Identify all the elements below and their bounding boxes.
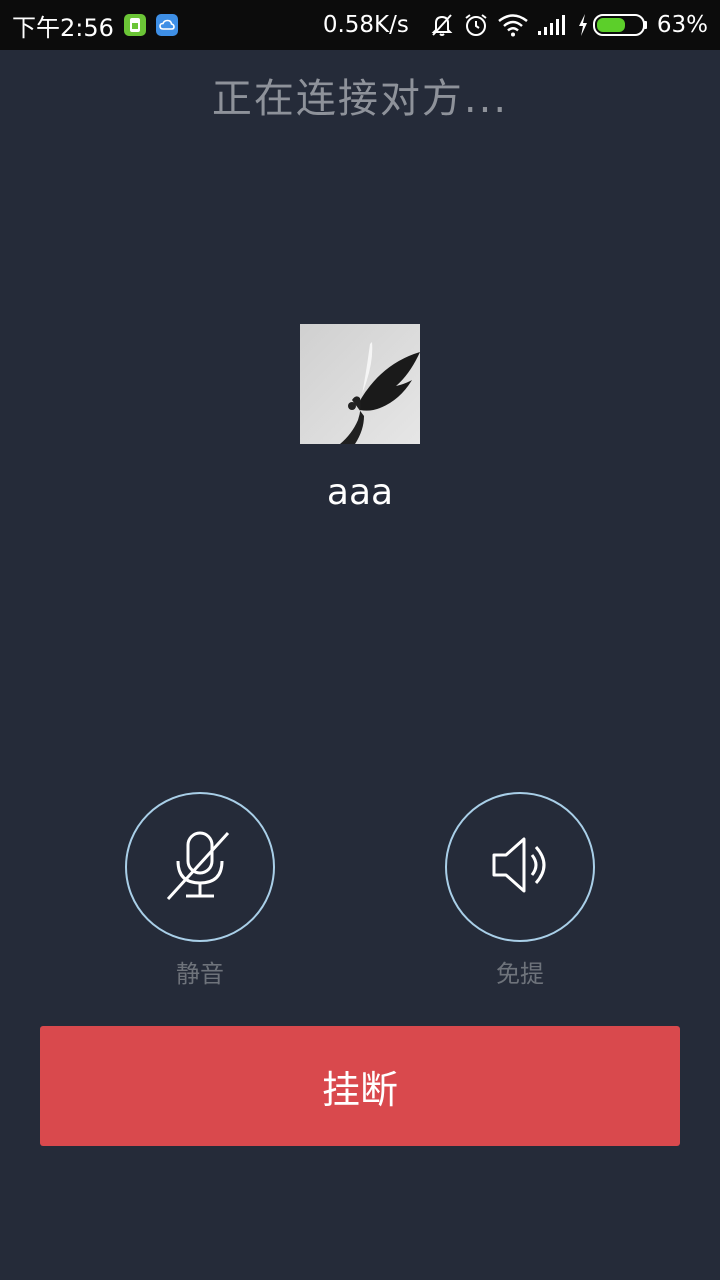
status-time: 下午2:56 — [12, 13, 114, 42]
call-screen: 下午2:56 0.58K/s 63% 正在连接对方... aaa 静音 免提 挂… — [0, 0, 720, 1280]
contact-avatar — [300, 324, 420, 444]
sim-card-icon — [123, 14, 146, 36]
mute-label: 静音 — [176, 960, 224, 988]
bell-off-icon — [429, 12, 455, 38]
contact-name: aaa — [326, 472, 394, 513]
speaker-button[interactable] — [445, 792, 595, 942]
speaker-label: 免提 — [496, 960, 544, 988]
call-status-text: 正在连接对方... — [211, 76, 509, 122]
signal-icon — [537, 13, 569, 37]
alarm-icon — [463, 12, 489, 38]
mute-button[interactable] — [125, 792, 275, 942]
microphone-off-icon — [160, 825, 240, 909]
status-bar: 下午2:56 0.58K/s 63% — [0, 0, 720, 50]
charging-icon — [577, 13, 589, 37]
network-speed: 0.58K/s — [322, 12, 409, 38]
cloud-icon — [155, 14, 178, 36]
battery-icon — [592, 13, 649, 37]
hangup-label: 挂断 — [321, 1067, 398, 1112]
battery-percent: 63% — [656, 12, 708, 38]
wifi-icon — [497, 13, 529, 37]
hangup-button[interactable]: 挂断 — [40, 1026, 680, 1146]
speaker-icon — [480, 825, 560, 909]
